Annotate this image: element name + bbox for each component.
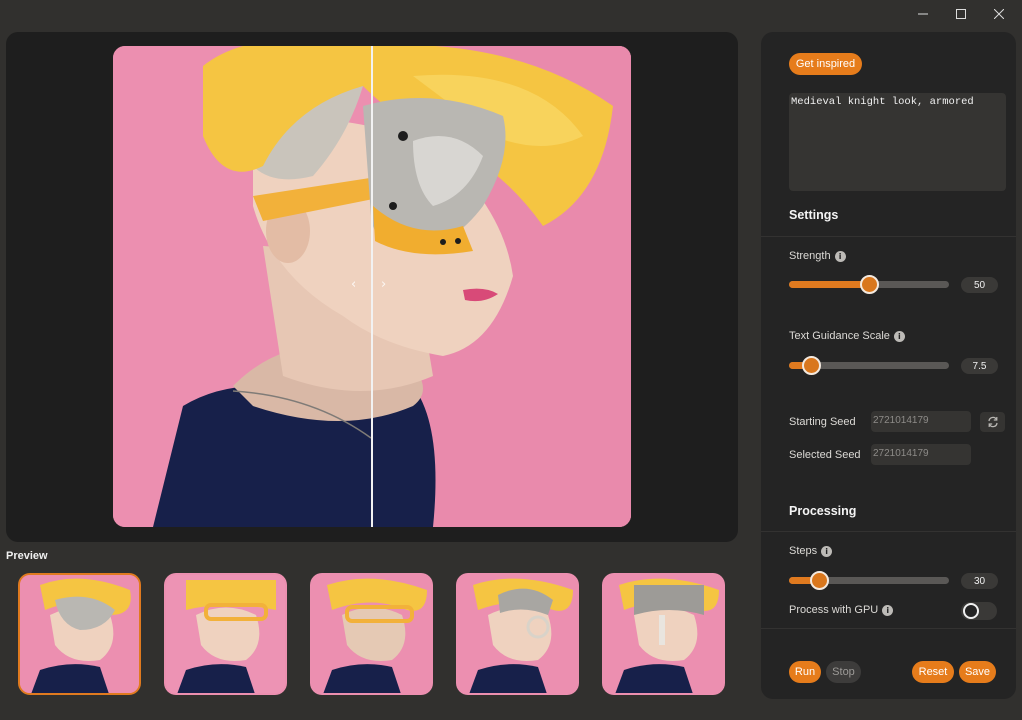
preview-thumbnail[interactable] [456, 573, 579, 695]
preview-title: Preview [6, 550, 48, 562]
divider [761, 531, 1016, 532]
thumbnail-image [166, 575, 285, 693]
info-icon[interactable]: i [893, 330, 905, 342]
guidance-value: 7.5 [961, 358, 998, 374]
refresh-seed-button[interactable] [980, 412, 1005, 432]
preview-thumbnail[interactable] [18, 573, 141, 695]
maximize-icon [956, 9, 966, 19]
slider-handle[interactable] [802, 356, 822, 375]
steps-slider[interactable] [789, 571, 949, 590]
prompt-textarea[interactable]: Medieval knight look, armored [789, 93, 1006, 191]
image-viewer: ‹ › [6, 32, 738, 542]
minimize-icon [918, 13, 928, 15]
guidance-label: Text Guidance Scale [789, 330, 890, 342]
chevron-left-icon[interactable]: ‹ [351, 278, 363, 292]
comparison-canvas[interactable]: ‹ › [113, 46, 631, 527]
slider-handle[interactable] [810, 571, 830, 590]
minimize-button[interactable] [904, 4, 942, 24]
preview-thumbnail[interactable] [602, 573, 725, 695]
close-button[interactable] [980, 4, 1018, 24]
steps-value: 30 [961, 573, 998, 589]
selected-seed-input[interactable]: 2721014179 [871, 444, 971, 465]
slider-handle[interactable] [860, 275, 879, 294]
guidance-label-row: Text Guidance Scale i [789, 330, 905, 342]
thumbnail-image [458, 575, 577, 693]
gpu-label: Process with GPU [789, 604, 879, 616]
strength-slider[interactable] [789, 275, 949, 294]
preview-thumbnail[interactable] [310, 573, 433, 695]
refresh-icon [987, 416, 998, 428]
starting-seed-label: Starting Seed [789, 416, 856, 428]
reset-button[interactable]: Reset [912, 661, 954, 683]
thumbnail-image [20, 575, 139, 693]
run-button[interactable]: Run [789, 661, 821, 683]
stop-button[interactable]: Stop [826, 661, 861, 683]
gpu-label-row: Process with GPU i [789, 604, 894, 616]
strength-label: Strength [789, 250, 831, 262]
settings-title: Settings [789, 208, 839, 222]
preview-thumbnail[interactable] [164, 573, 287, 695]
split-divider[interactable] [371, 46, 373, 527]
gpu-toggle[interactable] [961, 602, 997, 620]
maximize-button[interactable] [942, 4, 980, 24]
info-icon[interactable]: i [882, 604, 894, 616]
processing-title: Processing [789, 504, 857, 518]
save-button[interactable]: Save [959, 661, 996, 683]
toggle-knob [963, 603, 979, 619]
info-icon[interactable]: i [834, 250, 846, 262]
chevron-right-icon[interactable]: › [381, 278, 393, 292]
close-icon [994, 9, 1004, 19]
divider [761, 236, 1016, 237]
divider [761, 628, 1016, 629]
settings-panel: Get inspired Medieval knight look, armor… [761, 32, 1016, 699]
thumbnail-image [312, 575, 431, 693]
strength-value: 50 [961, 277, 998, 293]
thumbnail-image [604, 575, 723, 693]
slider-fill [789, 281, 869, 288]
guidance-slider[interactable] [789, 356, 949, 375]
steps-label: Steps [789, 545, 818, 557]
starting-seed-input[interactable]: 2721014179 [871, 411, 971, 432]
strength-label-row: Strength i [789, 250, 846, 262]
info-icon[interactable]: i [821, 545, 833, 557]
steps-label-row: Steps i [789, 545, 833, 557]
get-inspired-button[interactable]: Get inspired [789, 53, 862, 75]
selected-seed-label: Selected Seed [789, 449, 861, 461]
window-controls [904, 4, 1018, 24]
